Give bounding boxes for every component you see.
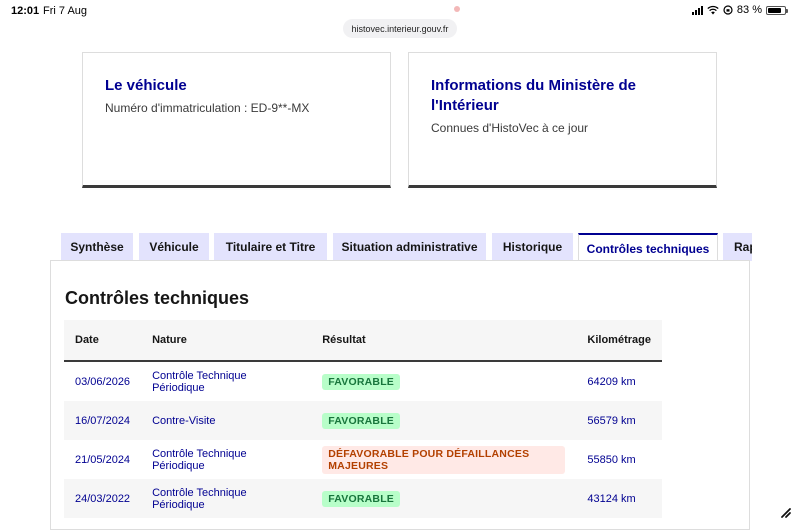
inspection-nature: Contrôle Technique Périodique	[152, 369, 247, 394]
table-row: 21/05/2024 Contrôle Technique Périodique…	[64, 440, 662, 479]
inspection-date: 21/05/2024	[75, 453, 131, 466]
tab-rapport[interactable]: Rap	[723, 233, 752, 261]
panel-title: Contrôles techniques	[65, 288, 250, 308]
inspection-mileage: 55850 km	[587, 453, 636, 466]
cellular-signal-icon	[691, 5, 703, 15]
vehicle-card: Le véhicule Numéro d'immatriculation : E…	[82, 52, 391, 188]
registration-number: Numéro d'immatriculation : ED-9**-MX	[105, 101, 310, 115]
table-header-row: Date Nature Résultat Kilométrage	[64, 320, 662, 362]
inspection-date: 24/03/2022	[64, 479, 142, 518]
table-row: 16/07/2024 Contre-Visite FAVORABLE 56579…	[64, 401, 662, 440]
column-header-date: Date	[64, 320, 142, 362]
orientation-lock-icon	[723, 5, 733, 15]
inspection-mileage: 64209 km	[587, 375, 636, 388]
ministry-info-card: Informations du Ministère de l'Intérieur…	[408, 52, 717, 188]
column-header-result: Résultat	[311, 320, 577, 362]
table-row: 03/06/2026 Contrôle Technique Périodique…	[64, 361, 662, 401]
recording-dot-icon	[454, 6, 460, 12]
result-badge: DÉFAVORABLE POUR DÉFAILLANCES MAJEURES	[322, 445, 566, 474]
column-header-mileage: Kilométrage	[576, 320, 662, 362]
address-url: histovec.interieur.gouv.fr	[351, 23, 449, 34]
result-badge: FAVORABLE	[322, 373, 401, 390]
inspection-nature: Contre-Visite	[141, 401, 312, 440]
inspection-date: 16/07/2024	[64, 401, 142, 440]
battery-percentage: 83 %	[736, 4, 762, 16]
inspection-date: 03/06/2026	[75, 375, 131, 388]
table-row: 24/03/2022 Contrôle Technique Périodique…	[64, 479, 662, 518]
tab-titulaire-titre[interactable]: Titulaire et Titre	[214, 233, 327, 261]
technical-inspections-table: Date Nature Résultat Kilométrage 03/06/2…	[64, 320, 662, 518]
inspection-nature: Contrôle Technique Périodique	[141, 479, 312, 518]
inspection-nature: Contrôle Technique Périodique	[152, 447, 247, 472]
result-badge: FAVORABLE	[322, 490, 401, 507]
tab-controles-techniques[interactable]: Contrôles techniques	[578, 233, 718, 261]
address-bar[interactable]: histovec.interieur.gouv.fr	[343, 19, 457, 38]
ministry-card-desc: Connues d'HistoVec à ce jour	[431, 121, 589, 135]
tab-historique[interactable]: Historique	[492, 233, 573, 261]
status-time: 12:01	[11, 5, 40, 17]
wifi-icon	[707, 5, 719, 15]
vehicle-card-title: Le véhicule	[105, 77, 187, 94]
status-indicators: 83 %	[691, 4, 788, 16]
tab-synthese[interactable]: Synthèse	[61, 233, 133, 261]
resize-handle-icon[interactable]	[780, 507, 792, 519]
tab-bar: Synthèse Véhicule Titulaire et Titre Sit…	[61, 233, 752, 261]
inspection-mileage: 56579 km	[576, 401, 662, 440]
ministry-card-title: Informations du Ministère de l'Intérieur	[431, 77, 637, 114]
battery-icon	[766, 5, 788, 15]
tab-situation-administrative[interactable]: Situation administrative	[333, 233, 486, 261]
inspection-mileage: 43124 km	[576, 479, 662, 518]
column-header-nature: Nature	[141, 320, 312, 362]
battery-fill	[768, 7, 782, 13]
result-badge: FAVORABLE	[322, 412, 401, 429]
status-date: Fri 7 Aug	[43, 5, 88, 17]
tab-vehicule[interactable]: Véhicule	[139, 233, 209, 261]
